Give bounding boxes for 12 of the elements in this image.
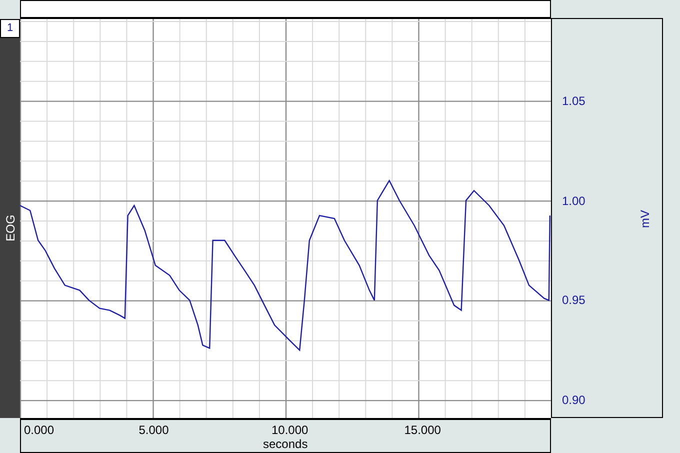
y-axis-title: mV (638, 210, 652, 228)
x-tick-label: 0.000 (24, 423, 54, 437)
y-tick-label: 1.05 (562, 94, 586, 108)
x-tick-label: 5.000 (138, 423, 169, 437)
x-tick-label: 15.000 (404, 423, 441, 437)
y-tick-label: 1.00 (562, 194, 586, 208)
y-tick-label: 0.95 (562, 293, 586, 308)
y-tick-label: 0.90 (562, 393, 586, 408)
channel-label: EOG (2, 214, 18, 242)
x-tick-label: 10.000 (272, 423, 308, 437)
channel-number: 1 (0, 19, 20, 38)
x-axis-title: seconds (263, 437, 308, 451)
